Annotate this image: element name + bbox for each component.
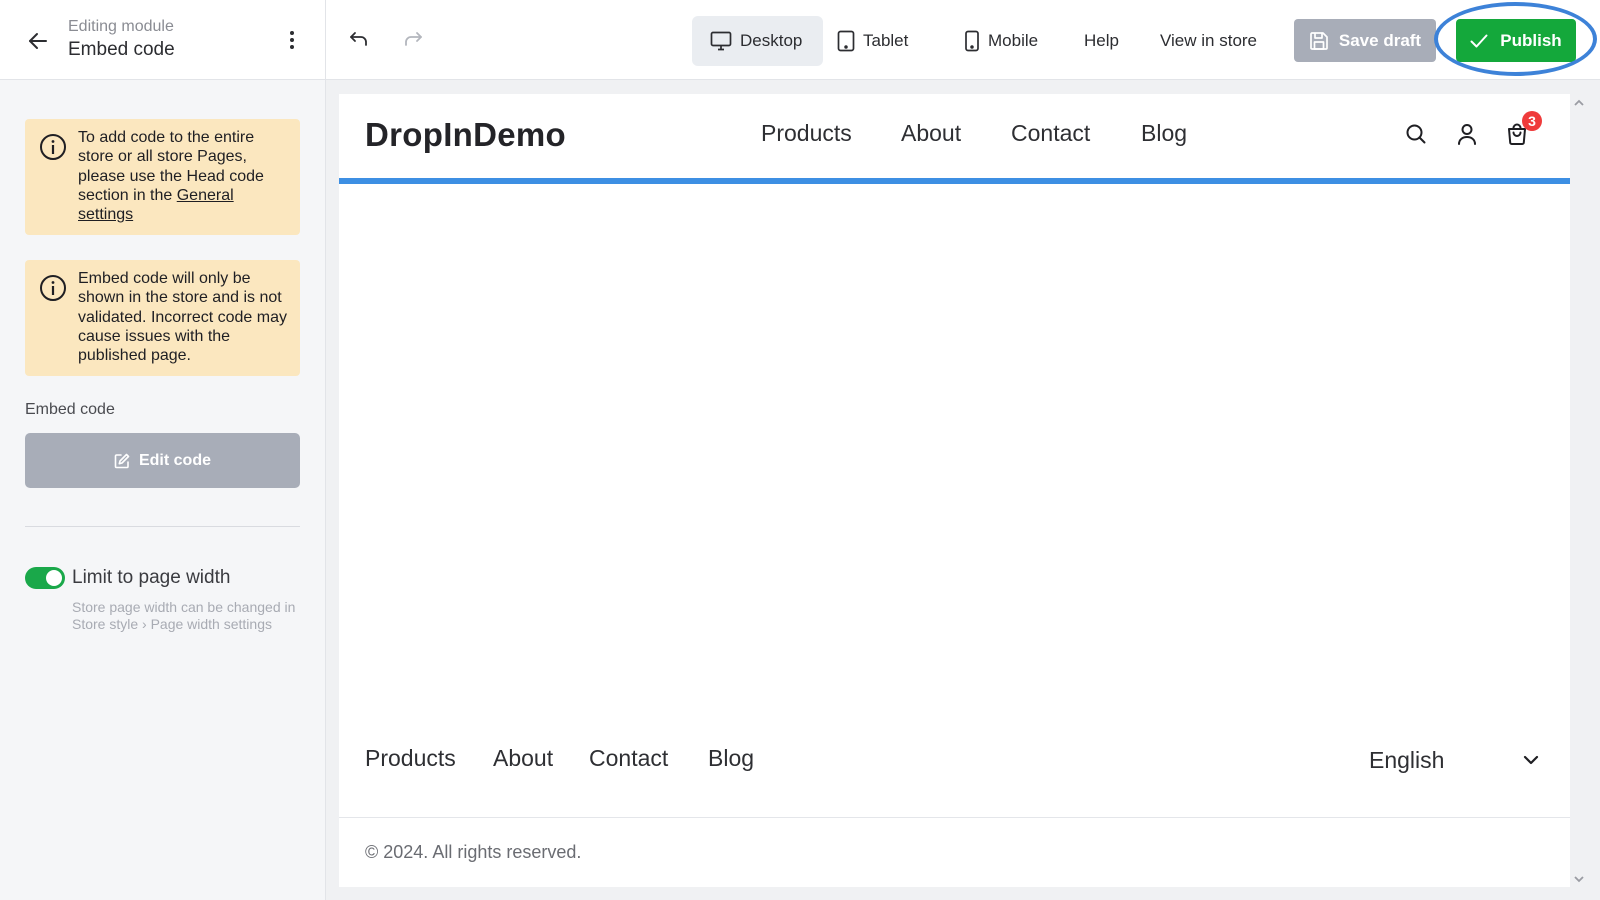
- chevron-up-icon: [1574, 99, 1584, 106]
- publish-button[interactable]: Publish: [1456, 19, 1576, 62]
- footer-nav-products[interactable]: Products: [365, 745, 456, 772]
- nav-products[interactable]: Products: [761, 120, 852, 147]
- nav-blog[interactable]: Blog: [1141, 120, 1187, 147]
- floppy-icon: [1310, 31, 1328, 50]
- edit-code-button[interactable]: Edit code: [25, 433, 300, 488]
- edit-icon: [114, 453, 130, 468]
- footer-divider: [339, 817, 1570, 818]
- chevron-down-icon: [1574, 876, 1584, 883]
- nav-contact[interactable]: Contact: [1011, 120, 1090, 147]
- back-button[interactable]: [24, 27, 52, 55]
- account-button[interactable]: [1453, 120, 1481, 148]
- edit-code-label: Edit code: [138, 451, 211, 469]
- editor-toolbar: Desktop Tablet Mobile Help View in store…: [326, 0, 1600, 80]
- monitor-icon: [710, 31, 732, 51]
- toggle-knob: [46, 570, 62, 586]
- preview-scroll-up[interactable]: [1572, 96, 1586, 108]
- view-in-store-link[interactable]: View in store: [1152, 16, 1265, 66]
- check-icon: [1470, 34, 1488, 47]
- undo-button[interactable]: [344, 24, 374, 54]
- notice-text: Embed code will only be shown in the sto…: [78, 270, 287, 365]
- sidebar-header: Editing module Embed code: [0, 0, 325, 80]
- redo-button[interactable]: [398, 24, 428, 54]
- save-draft-button[interactable]: Save draft: [1294, 19, 1436, 62]
- mobile-view-button[interactable]: Mobile: [956, 16, 1046, 66]
- preview-scroll-down[interactable]: [1572, 872, 1586, 884]
- save-draft-label: Save draft: [1338, 30, 1422, 50]
- language-select[interactable]: English: [1369, 742, 1539, 778]
- head-code-notice: To add code to the entire store or all s…: [25, 119, 300, 235]
- user-icon: [1458, 124, 1476, 145]
- editor-sidebar: Editing module Embed code To add code to…: [0, 0, 326, 900]
- tablet-view-button[interactable]: Tablet: [829, 16, 916, 66]
- tablet-label: Tablet: [863, 31, 909, 50]
- publish-label: Publish: [1500, 30, 1562, 50]
- kebab-icon: [290, 31, 294, 49]
- sidebar-divider: [25, 526, 300, 527]
- copyright-text: © 2024. All rights reserved.: [365, 842, 582, 862]
- chevron-down-icon: [1523, 755, 1539, 765]
- footer-nav-blog[interactable]: Blog: [708, 745, 754, 772]
- info-icon: [40, 275, 66, 301]
- mobile-label: Mobile: [988, 31, 1039, 50]
- info-icon: [40, 134, 66, 160]
- module-title: Embed code: [68, 39, 175, 60]
- store-brand[interactable]: DropInDemo: [365, 116, 566, 154]
- footer-nav-contact[interactable]: Contact: [589, 745, 668, 772]
- footer-nav-about[interactable]: About: [493, 745, 553, 772]
- more-options-button[interactable]: [282, 28, 302, 52]
- notice-text: To add code to the entire store or all s…: [78, 129, 264, 204]
- limit-width-toggle[interactable]: [25, 567, 65, 589]
- store-preview: DropInDemo Products About Contact Blog 3…: [339, 94, 1570, 887]
- nav-about[interactable]: About: [901, 120, 961, 147]
- arrow-left-icon: [29, 33, 47, 49]
- editing-module-label: Editing module: [68, 18, 174, 35]
- phone-icon: [965, 30, 979, 52]
- embed-code-label: Embed code: [25, 401, 115, 418]
- search-button[interactable]: [1402, 120, 1430, 148]
- header-accent-bar: [339, 178, 1570, 184]
- tablet-icon: [837, 30, 855, 52]
- redo-icon: [405, 32, 422, 46]
- limit-width-label: Limit to page width: [72, 567, 231, 588]
- search-icon: [1406, 124, 1426, 144]
- validation-notice: Embed code will only be shown in the sto…: [25, 260, 300, 376]
- desktop-label: Desktop: [740, 31, 803, 50]
- cart-count-badge: 3: [1522, 111, 1542, 131]
- limit-width-help: Store page width can be changed in Store…: [72, 599, 296, 632]
- desktop-view-button[interactable]: Desktop: [692, 16, 823, 66]
- language-label: English: [1369, 746, 1445, 773]
- help-link[interactable]: Help: [1076, 16, 1127, 66]
- undo-icon: [350, 32, 367, 46]
